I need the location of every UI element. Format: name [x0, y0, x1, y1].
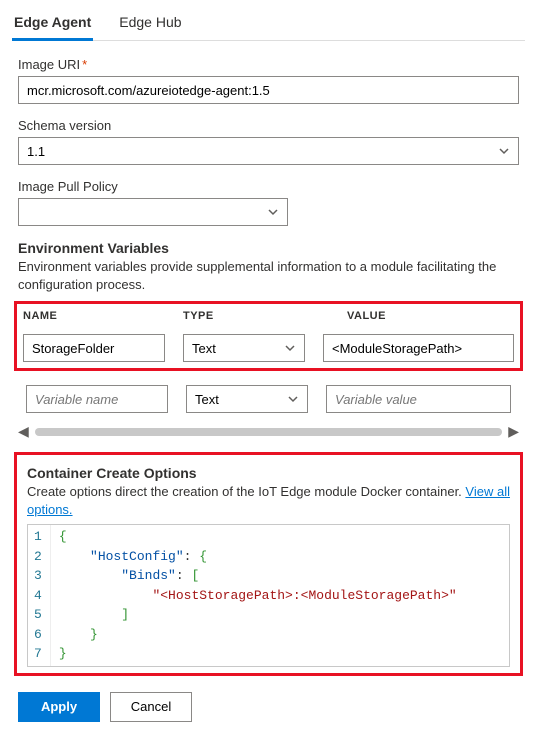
scroll-right-icon[interactable]: ▶ [508, 423, 519, 440]
schema-version-label: Schema version [18, 118, 519, 133]
cco-desc-text: Create options direct the creation of th… [27, 484, 465, 499]
env-vars-desc: Environment variables provide supplement… [18, 258, 519, 293]
env-header-name: NAME [23, 310, 165, 322]
env-header-value: VALUE [323, 310, 514, 322]
scroll-track[interactable] [35, 428, 502, 436]
schema-version-select[interactable]: 1.1 [18, 137, 519, 165]
image-uri-label: Image URI* [18, 57, 519, 72]
env-vars-title: Environment Variables [18, 240, 519, 256]
cco-code-editor[interactable]: 1234567 { "HostConfig": { "Binds": [ "<H… [27, 524, 510, 667]
container-create-options-highlight: Container Create Options Create options … [14, 452, 523, 676]
required-mark: * [82, 57, 87, 72]
env-row: Text [17, 328, 520, 368]
scroll-left-icon[interactable]: ◀ [18, 423, 29, 440]
cco-desc: Create options direct the creation of th… [27, 483, 510, 518]
cco-code[interactable]: { "HostConfig": { "Binds": [ "<HostStora… [51, 525, 509, 666]
horizontal-scrollbar[interactable]: ◀ ▶ [18, 423, 519, 440]
apply-button[interactable]: Apply [18, 692, 100, 722]
env-value-input-new[interactable] [326, 385, 511, 413]
schema-version-field: Schema version 1.1 [18, 118, 519, 165]
image-uri-input[interactable] [18, 76, 519, 104]
env-value-input[interactable] [323, 334, 514, 362]
tab-edge-agent[interactable]: Edge Agent [12, 8, 93, 41]
env-name-input[interactable] [23, 334, 165, 362]
tab-edge-hub[interactable]: Edge Hub [117, 8, 183, 40]
button-row: Apply Cancel [18, 692, 519, 722]
env-type-select[interactable]: Text [183, 334, 305, 362]
env-type-select-new[interactable]: Text [186, 385, 308, 413]
env-row-empty: Text [20, 379, 517, 419]
env-vars-header: NAME TYPE VALUE [17, 304, 520, 328]
image-pull-policy-label: Image Pull Policy [18, 179, 519, 194]
tab-bar: Edge Agent Edge Hub [12, 8, 525, 41]
env-header-type: TYPE [183, 310, 305, 322]
image-uri-label-text: Image URI [18, 57, 80, 72]
env-vars-highlight: NAME TYPE VALUE Text [14, 301, 523, 371]
image-pull-policy-select[interactable] [18, 198, 288, 226]
cancel-button[interactable]: Cancel [110, 692, 192, 722]
env-name-input-new[interactable] [26, 385, 168, 413]
image-uri-field: Image URI* [18, 57, 519, 104]
image-pull-policy-field: Image Pull Policy [18, 179, 519, 226]
cco-title: Container Create Options [27, 465, 510, 481]
cco-gutter: 1234567 [28, 525, 51, 666]
env-vars-table: NAME TYPE VALUE Text [17, 304, 520, 368]
